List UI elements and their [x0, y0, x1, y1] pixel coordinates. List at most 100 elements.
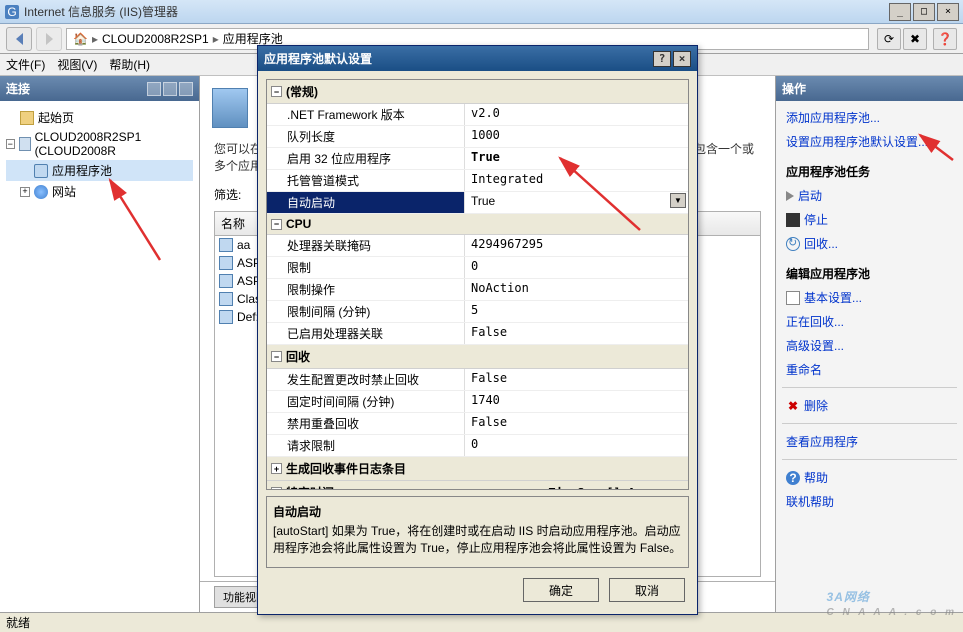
chevron-right-icon: ▸ [213, 32, 219, 46]
titlebar: G Internet 信息服务 (IIS)管理器 _ □ × [0, 0, 963, 24]
action-delete[interactable]: ✖删除 [782, 395, 957, 416]
tree-start-page[interactable]: 起始页 [6, 107, 193, 128]
recycle-icon [786, 237, 800, 251]
svg-text:G: G [7, 5, 16, 19]
action-basic-settings[interactable]: 基本设置... [782, 287, 957, 308]
action-stop[interactable]: 停止 [782, 209, 957, 230]
maximize-button[interactable]: □ [913, 3, 935, 21]
window-title: Internet 信息服务 (IIS)管理器 [24, 3, 889, 20]
globe-icon [34, 185, 48, 199]
prop-affinity-mask[interactable]: 处理器关联掩码4294967295 [267, 235, 688, 257]
category-general[interactable]: −(常规) [267, 80, 688, 104]
category-recycle[interactable]: −回收 [267, 345, 688, 369]
prop-enable-32bit[interactable]: 启用 32 位应用程序True [267, 148, 688, 170]
cancel-button[interactable]: 取消 [609, 578, 685, 602]
close-button[interactable]: × [937, 3, 959, 21]
category-cpu[interactable]: −CPU [267, 214, 688, 235]
nav-forward-button[interactable] [36, 27, 62, 51]
dropdown-button[interactable]: ▼ [670, 193, 686, 208]
breadcrumb-server[interactable]: CLOUD2008R2SP1 [102, 32, 209, 46]
server-icon [19, 137, 31, 151]
ok-button[interactable]: 确定 [523, 578, 599, 602]
minimize-button[interactable]: _ [889, 3, 911, 21]
dialog-title: 应用程序池默认设置 [264, 50, 372, 67]
dialog-titlebar[interactable]: 应用程序池默认设置 ? × [258, 46, 697, 71]
home-icon: 🏠 [73, 32, 88, 46]
actions-header: 操作 [776, 76, 963, 101]
connections-header: 连接 [0, 76, 199, 101]
dialog-help-button[interactable]: ? [653, 51, 671, 67]
action-add-pool[interactable]: 添加应用程序池... [782, 107, 957, 128]
prop-auto-start[interactable]: 自动启动True▼ [267, 192, 688, 214]
collapse-icon[interactable]: − [271, 351, 282, 362]
app-icon: G [4, 4, 20, 20]
action-view-apps[interactable]: 查看应用程序 [782, 431, 957, 452]
watermark: 3A网络 C N A A A . c o m [827, 581, 957, 618]
collapse-icon[interactable]: − [271, 219, 282, 230]
dialog-buttons: 确定 取消 [266, 574, 689, 606]
prop-disallow-rotation[interactable]: 禁用重叠回收False [267, 413, 688, 435]
tree-app-pools[interactable]: 应用程序池 [6, 160, 193, 181]
connections-panel: 连接 起始页 − CLOUD2008R2SP1 (CLOUD2008R 应 [0, 76, 200, 612]
action-advanced-settings[interactable]: 高级设置... [782, 335, 957, 356]
prop-fixed-interval[interactable]: 固定时间间隔 (分钟)1740 [267, 391, 688, 413]
dialog-body: −(常规) .NET Framework 版本v2.0 队列长度1000 启用 … [258, 71, 697, 614]
refresh-button[interactable]: ⟳ [877, 28, 901, 50]
menu-view[interactable]: 视图(V) [57, 56, 97, 73]
prop-disallow-overlap[interactable]: 发生配置更改时禁止回收False [267, 369, 688, 391]
action-help[interactable]: ?帮助 [782, 467, 957, 488]
prop-limit-interval[interactable]: 限制间隔 (分钟)5 [267, 301, 688, 323]
section-edit-pool: 编辑应用程序池 [782, 261, 957, 284]
prop-queue-length[interactable]: 队列长度1000 [267, 126, 688, 148]
expand-icon[interactable]: + [20, 187, 30, 197]
action-rename[interactable]: 重命名 [782, 359, 957, 380]
collapse-icon[interactable]: − [271, 86, 282, 97]
connections-tree: 起始页 − CLOUD2008R2SP1 (CLOUD2008R 应用程序池 +… [0, 101, 199, 612]
desc-name: 自动启动 [273, 503, 682, 520]
desc-text: [autoStart] 如果为 True，将在创建时或在启动 IIS 时启动应用… [273, 522, 682, 556]
filter-label: 筛选: [214, 186, 241, 203]
prop-limit[interactable]: 限制0 [267, 257, 688, 279]
window-buttons: _ □ × [889, 3, 959, 21]
panel-button[interactable] [179, 82, 193, 96]
stop-button[interactable]: ✖ [903, 28, 927, 50]
category-recycle-log[interactable]: +生成回收事件日志条目 [267, 457, 688, 481]
prop-limit-action[interactable]: 限制操作NoAction [267, 279, 688, 301]
action-start[interactable]: 启动 [782, 185, 957, 206]
status-text: 就绪 [6, 614, 30, 631]
home-icon [20, 111, 34, 125]
statusbar: 就绪 [0, 612, 963, 632]
expand-icon[interactable]: + [271, 487, 282, 490]
pool-large-icon [212, 88, 248, 128]
actions-body: 添加应用程序池... 设置应用程序池默认设置... 应用程序池任务 启动 停止 … [776, 101, 963, 518]
panel-button[interactable] [163, 82, 177, 96]
panel-button[interactable] [147, 82, 161, 96]
tree-server[interactable]: − CLOUD2008R2SP1 (CLOUD2008R [6, 128, 193, 160]
tree-sites[interactable]: + 网站 [6, 181, 193, 202]
connections-title: 连接 [6, 80, 30, 97]
collapse-icon[interactable]: − [6, 139, 15, 149]
property-description: 自动启动 [autoStart] 如果为 True，将在创建时或在启动 IIS … [266, 496, 689, 568]
property-grid[interactable]: −(常规) .NET Framework 版本v2.0 队列长度1000 启用 … [266, 79, 689, 490]
action-online-help[interactable]: 联机帮助 [782, 491, 957, 512]
action-recycle[interactable]: 回收... [782, 233, 957, 254]
action-recycling[interactable]: 正在回收... [782, 311, 957, 332]
menu-help[interactable]: 帮助(H) [109, 56, 150, 73]
dialog-close-button[interactable]: × [673, 51, 691, 67]
help-button[interactable]: ❓ [933, 28, 957, 50]
prop-pipeline-mode[interactable]: 托管管道模式Integrated [267, 170, 688, 192]
pool-icon [34, 164, 48, 178]
action-set-defaults[interactable]: 设置应用程序池默认设置... [782, 131, 957, 152]
pool-icon [219, 310, 233, 324]
prop-affinity-enabled[interactable]: 已启用处理器关联False [267, 323, 688, 345]
arrow-left-icon [16, 33, 23, 45]
category-specific-time[interactable]: +特定时间TimeSpan[] Array [267, 481, 688, 490]
menu-file[interactable]: 文件(F) [6, 56, 45, 73]
play-icon [786, 191, 794, 201]
prop-request-limit[interactable]: 请求限制0 [267, 435, 688, 457]
expand-icon[interactable]: + [271, 463, 282, 474]
nav-back-button[interactable] [6, 27, 32, 51]
prop-framework[interactable]: .NET Framework 版本v2.0 [267, 104, 688, 126]
actions-panel: 操作 添加应用程序池... 设置应用程序池默认设置... 应用程序池任务 启动 … [775, 76, 963, 612]
pool-icon [219, 274, 233, 288]
